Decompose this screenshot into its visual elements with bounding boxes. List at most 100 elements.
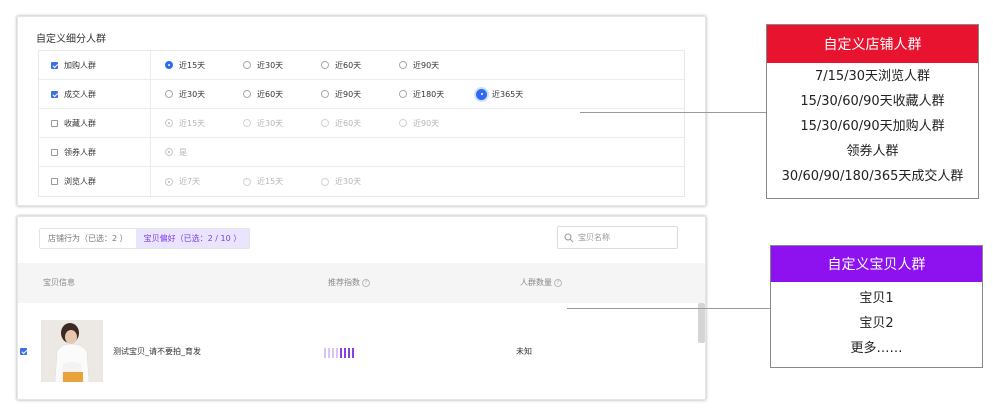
radio-button[interactable] [243, 61, 251, 69]
radio-button [321, 177, 329, 186]
period-option[interactable]: 近60天 [243, 89, 321, 100]
period-option: 近60天 [321, 118, 399, 129]
recommend-bar [328, 348, 330, 358]
segment-checkbox[interactable] [51, 90, 58, 98]
radio-button [243, 119, 251, 127]
period-option[interactable]: 近60天 [321, 60, 399, 71]
period-label: 近15天 [257, 177, 284, 186]
row-checkbox[interactable] [20, 348, 27, 355]
callout-title: 自定义宝贝人群 [771, 246, 982, 282]
segment-checkbox-cell[interactable]: 领券人群 [39, 138, 151, 166]
radio-button[interactable] [165, 90, 173, 98]
col-audience-count: 人群数量 ? [520, 277, 562, 288]
recommend-bar [324, 348, 326, 358]
radio-button[interactable] [243, 90, 251, 98]
col-count-label: 人群数量 [520, 278, 552, 287]
callout-list: 宝贝1 宝贝2 更多…… [771, 282, 982, 361]
period-label: 近180天 [413, 89, 445, 99]
segment-options: 近7天 近15天 近30天 [151, 167, 684, 196]
period-label: 近30天 [257, 60, 284, 70]
period-label: 近30天 [179, 89, 206, 99]
period-option[interactable]: 近30天 [165, 89, 243, 100]
segment-checkbox-cell[interactable]: 收藏人群 [39, 109, 151, 137]
segment-row: 收藏人群 近15天 近30天 近60天 近90天 [39, 109, 684, 138]
product-name[interactable]: 测试宝贝_请不要拍_育发 [113, 346, 201, 357]
period-option[interactable]: 近30天 [243, 60, 321, 71]
period-option[interactable]: 近180天 [399, 89, 477, 100]
segment-checkbox-cell[interactable]: 加购人群 [39, 51, 151, 79]
recommend-bar [348, 348, 350, 358]
recommend-bar [352, 348, 354, 358]
period-option[interactable]: 近15天 [165, 60, 243, 71]
segment-label: 加购人群 [64, 60, 96, 70]
segment-row: 成交人群 近30天 近60天 近90天 近180天 近365天 [39, 80, 684, 109]
segment-checkbox[interactable] [51, 178, 58, 185]
product-audience-callout: 自定义宝贝人群 宝贝1 宝贝2 更多…… [770, 245, 983, 368]
radio-button [399, 119, 407, 127]
col-recommend-index: 推荐指数 ? [328, 277, 370, 288]
period-label: 近365天 [492, 89, 524, 99]
tab-store-behavior[interactable]: 店铺行为（已选：2 ） [40, 229, 136, 248]
period-option: 近7天 [165, 176, 243, 187]
period-option: 是 [165, 147, 243, 158]
period-label: 近90天 [413, 60, 440, 70]
period-label: 是 [179, 147, 187, 157]
help-icon[interactable]: ? [362, 278, 370, 287]
search-icon [564, 233, 574, 242]
radio-button[interactable] [399, 90, 407, 98]
period-label: 近60天 [335, 60, 362, 70]
custom-segment-panel: 自定义细分人群 加购人群 近15天 近30天 近60天 近90天 成交人群 近30天 近60天… [17, 16, 706, 206]
period-label: 近15天 [179, 118, 206, 128]
segment-label: 浏览人群 [64, 177, 96, 186]
tab-product-preference[interactable]: 宝贝偏好（已选：2 / 10 ） [135, 229, 250, 248]
segment-checkbox[interactable] [51, 61, 58, 69]
radio-button[interactable] [165, 61, 173, 69]
recommend-index-bars [324, 348, 356, 358]
period-label: 近60天 [257, 89, 284, 99]
help-icon[interactable]: ? [554, 278, 562, 287]
callout-item: 7/15/30天浏览人群 [814, 69, 931, 84]
period-label: 近30天 [335, 177, 362, 186]
segment-options: 近30天 近60天 近90天 近180天 近365天 [151, 80, 684, 108]
period-label: 近30天 [257, 118, 284, 128]
period-option: 近15天 [165, 118, 243, 129]
search-input[interactable]: 宝贝名称 [557, 226, 678, 249]
audience-count: 未知 [516, 347, 532, 356]
radio-button[interactable] [321, 90, 329, 98]
callout-item: 宝贝2 [859, 316, 894, 331]
product-thumbnail [41, 320, 103, 382]
scrollbar[interactable] [698, 303, 705, 343]
connector-line [567, 308, 770, 309]
period-option[interactable]: 近90天 [321, 89, 399, 100]
callout-list: 7/15/30天浏览人群 15/30/60/90天收藏人群 15/30/60/90天… [767, 63, 978, 189]
callout-item: 15/30/60/90天加购人群 [800, 119, 945, 134]
period-option: 近90天 [399, 118, 477, 129]
radio-button [165, 148, 173, 156]
callout-item: 30/60/90/180/365天成交人群 [781, 169, 964, 184]
callout-title: 自定义店铺人群 [767, 25, 978, 63]
segment-checkbox-cell[interactable]: 浏览人群 [39, 167, 151, 196]
radio-button[interactable] [399, 61, 407, 69]
tab-bar: 店铺行为（已选：2 ） 宝贝偏好（已选：2 / 10 ） [39, 228, 251, 249]
col-product-info: 宝贝信息 [43, 278, 75, 287]
segment-checkbox-cell[interactable]: 成交人群 [39, 80, 151, 108]
radio-button[interactable] [476, 88, 487, 100]
callout-item: 宝贝1 [859, 291, 894, 306]
connector-line [580, 112, 766, 113]
recommend-bar [344, 348, 346, 358]
segment-label: 收藏人群 [64, 118, 96, 128]
callout-item: 更多…… [850, 341, 903, 356]
search-placeholder: 宝贝名称 [578, 233, 610, 242]
period-label: 近90天 [413, 118, 440, 128]
recommend-bar [332, 348, 334, 358]
period-label: 近7天 [179, 177, 201, 186]
radio-button[interactable] [321, 61, 329, 69]
period-label: 近60天 [335, 118, 362, 128]
segment-grid: 加购人群 近15天 近30天 近60天 近90天 成交人群 近30天 近60天 近90天 近180… [38, 50, 685, 197]
segment-checkbox[interactable] [51, 148, 58, 156]
segment-row: 浏览人群 近7天 近15天 近30天 [39, 167, 684, 196]
period-option[interactable]: 近365天 [476, 88, 555, 100]
segment-checkbox[interactable] [51, 119, 58, 127]
table-row[interactable] [20, 348, 33, 355]
period-option[interactable]: 近90天 [399, 60, 477, 71]
